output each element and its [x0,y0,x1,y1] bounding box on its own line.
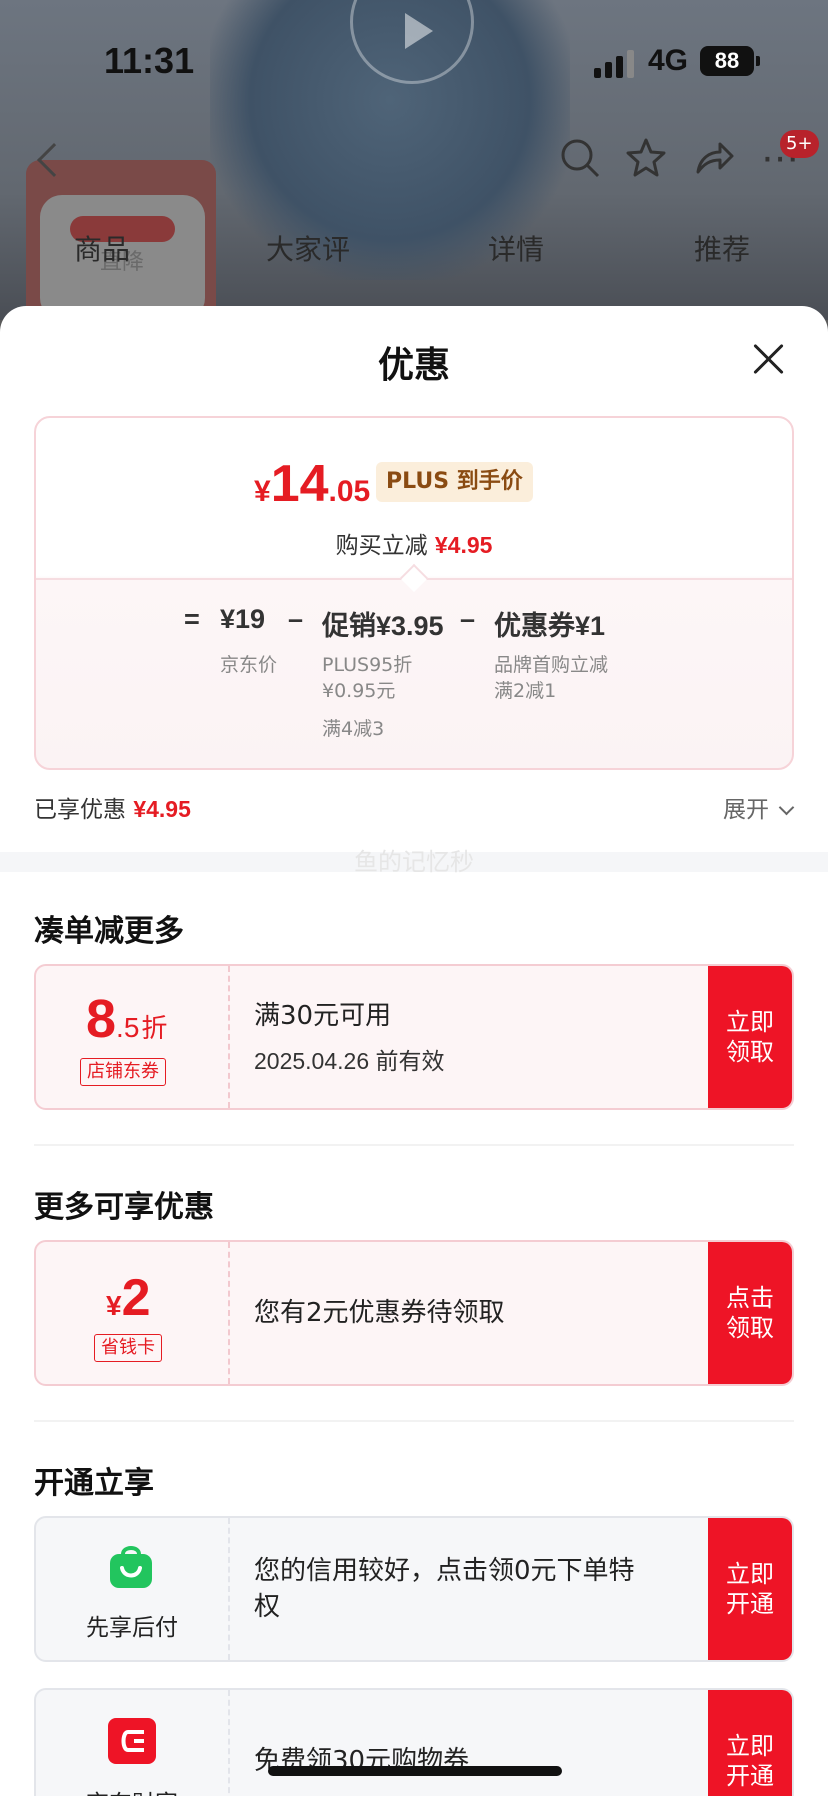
background-page: 直降 11:31 4G 88 ⋯ 5+ 商品 大家评 详情 推荐 [0,0,828,320]
promo-detail-1: PLUS95折 [322,654,413,676]
status-time: 11:31 [104,40,195,81]
service-name: 先享后付 [86,1615,178,1641]
status-bar: 11:31 4G 88 [0,36,828,88]
service-description: 您的信用较好，点击领0元下单特权 [254,1556,635,1622]
claim-coupon-button[interactable]: 点击领取 [708,1242,792,1384]
coupon-detail-2: 满2减1 [494,680,557,702]
signal-icon [594,50,636,78]
amount-symbol: ¥ [106,1290,122,1321]
minus-sign: – [288,604,304,634]
coupon-info: 您有2元优惠券待领取 [254,1242,644,1384]
sheet-title: 优惠 [377,345,450,386]
discount-unit: 折 [141,1014,168,1044]
tab-product[interactable]: 商品 [74,228,130,268]
discount-big: 8 [86,989,117,1049]
service-name: 京东财富 [36,1784,228,1796]
watermark: 鱼的记忆秒 [354,848,474,876]
coupon-expiry: 2025.04.26 前有效 [254,1048,445,1074]
enjoyed-label: 已享优惠 [34,797,126,823]
price-decimal: .05 [328,475,371,508]
battery-icon: 88 [700,46,760,76]
instant-discount-value: ¥4.95 [434,532,493,558]
plus-price-tag: PLUS 到手价 [376,462,533,502]
divider [34,1420,794,1422]
coupon-detail-1: 品牌首购立减 [494,654,609,676]
price-breakdown-card: ¥14.05 PLUS 到手价 购买立减 ¥4.95 = ¥19 – 促销¥3.… [34,416,794,770]
tab-details[interactable]: 详情 [488,228,544,268]
saving-card-coupon[interactable]: ¥2 省钱卡 您有2元优惠券待领取 点击领取 [34,1240,794,1386]
divider-notch [399,563,429,593]
activate-button[interactable]: 立即开通 [708,1690,792,1796]
instant-discount-label: 购买立减 [335,533,428,559]
jd-price-label: 京东价 [220,654,278,676]
coupon-description: 您有2元优惠券待领取 [254,1298,505,1328]
store-coupon-card[interactable]: 8.5折 店铺东券 满30元可用 2025.04.26 前有效 立即领取 [34,964,794,1110]
coupon-value: 8.5折 店铺东券 [36,966,230,1108]
expand-button[interactable]: 展开 [723,790,795,824]
chevron-down-icon [778,799,795,816]
network-label: 4G [648,44,689,77]
discount-sheet: 优惠 ¥14.05 PLUS 到手价 购买立减 ¥4.95 = ¥19 – 促销… [0,306,828,1796]
price-symbol: ¥ [254,475,271,508]
price-integer: 14 [270,455,329,513]
discount-small: .5 [116,1012,140,1043]
promo-amount: 促销¥3.95 [322,611,444,641]
pay-later-card[interactable]: 先享后付 您的信用较好，点击领0元下单特权 立即开通 [34,1516,794,1662]
coupon-condition: 满30元可用 [254,1001,392,1031]
top-action-icons: ⋯ 5+ [0,130,828,186]
enjoyed-value: ¥4.95 [133,796,191,822]
expand-label: 展开 [723,797,769,823]
service-info: 您的信用较好，点击领0元下单特权 [254,1518,644,1660]
coupon-value: ¥2 省钱卡 [36,1242,230,1384]
notification-badge: 5+ [780,130,819,158]
minus-sign: – [460,604,476,634]
tab-recommend[interactable]: 推荐 [694,228,750,268]
share-icon[interactable] [692,136,736,180]
search-icon[interactable] [558,136,602,180]
service-info: 免费领30元购物券 [254,1690,644,1796]
service-logo: 先享后付 [36,1518,230,1660]
section-title-more-offers: 更多可享优惠 [34,1190,214,1225]
equals-sign: = [184,604,200,634]
wallet-icon [108,1718,156,1764]
jd-price: ¥19 [220,604,266,634]
final-price: ¥14.05 [254,454,370,514]
enjoyed-discount: 已享优惠 ¥4.95 [34,790,191,824]
activate-button[interactable]: 立即开通 [708,1518,792,1660]
section-title-activate: 开通立享 [34,1466,154,1501]
divider [34,1144,794,1146]
star-icon[interactable] [624,136,668,180]
coupon-info: 满30元可用 2025.04.26 前有效 [254,966,644,1108]
tab-reviews[interactable]: 大家评 [266,228,350,268]
service-logo: 京东财富 [36,1690,230,1796]
close-icon[interactable] [752,342,786,376]
home-indicator[interactable] [268,1766,562,1776]
coupon-tag: 省钱卡 [94,1334,162,1362]
coupon-amount: 2 [121,1269,151,1327]
claim-coupon-button[interactable]: 立即领取 [708,966,792,1108]
promo-detail-2: ¥0.95元 [322,680,396,702]
product-tabs: 商品 大家评 详情 推荐 [0,228,828,268]
promo-detail-3: 满4减3 [322,718,385,740]
coupon-amount: 优惠券¥1 [494,611,606,641]
coupon-tag: 店铺东券 [80,1058,166,1086]
section-title-more-deals: 凑单减更多 [34,914,184,949]
jd-finance-card[interactable]: 京东财富 免费领30元购物券 立即开通 [34,1688,794,1796]
instant-discount: 购买立减 ¥4.95 [36,526,792,560]
shopping-bag-icon [110,1546,152,1588]
price-formula: = ¥19 – 促销¥3.95 – 优惠券¥1 [36,604,792,644]
